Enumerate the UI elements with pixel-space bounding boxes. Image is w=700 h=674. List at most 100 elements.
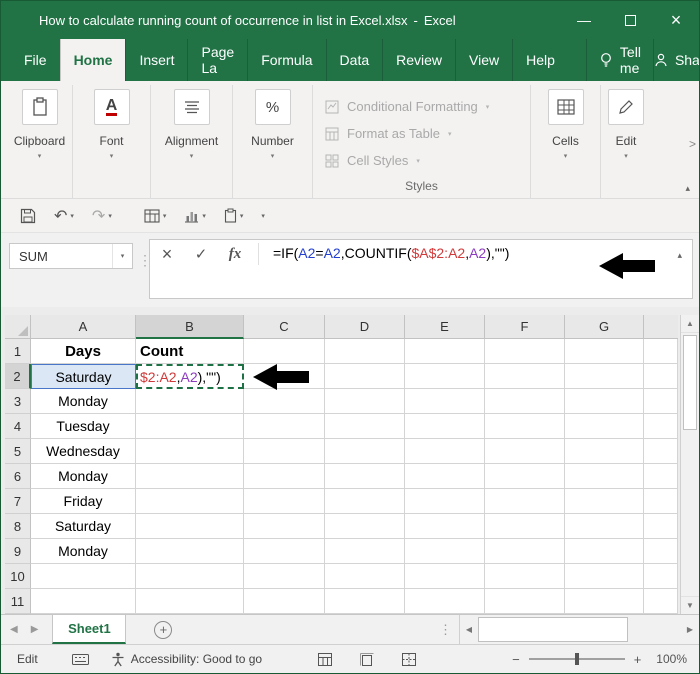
cell-D8[interactable]: [325, 514, 405, 539]
chevron-down-icon[interactable]: ▾: [190, 152, 194, 160]
tab-review[interactable]: Review: [382, 39, 455, 81]
tab-formulas[interactable]: Formula: [247, 39, 325, 81]
cell-B6[interactable]: [136, 464, 244, 489]
cell-H8[interactable]: [644, 514, 678, 539]
name-box[interactable]: SUM ▾: [9, 243, 133, 269]
number-button[interactable]: %: [254, 89, 291, 125]
name-box-dropdown-icon[interactable]: ▾: [112, 244, 132, 268]
cell-A6[interactable]: Monday: [31, 464, 136, 489]
cell-F10[interactable]: [485, 564, 565, 589]
cell-A7[interactable]: Friday: [31, 489, 136, 514]
minimize-button[interactable]: —: [561, 1, 607, 39]
undo-button[interactable]: ↶ ▾: [45, 206, 83, 226]
column-header-D[interactable]: D: [325, 315, 405, 339]
cell-H11[interactable]: [644, 589, 678, 614]
horizontal-scrollbar-track[interactable]: [478, 615, 681, 644]
cell-G8[interactable]: [565, 514, 644, 539]
scroll-up-icon[interactable]: ▲: [681, 315, 699, 333]
vertical-scrollbar[interactable]: ▲ ▼: [680, 315, 699, 614]
scroll-right-icon[interactable]: ▶: [681, 615, 699, 644]
cell-B10[interactable]: [136, 564, 244, 589]
cell-C5[interactable]: [244, 439, 325, 464]
cell-F4[interactable]: [485, 414, 565, 439]
column-header-G[interactable]: G: [565, 315, 644, 339]
normal-view-icon[interactable]: [318, 652, 333, 666]
font-button[interactable]: A: [93, 89, 130, 125]
cell-E3[interactable]: [405, 389, 485, 414]
cell-A2[interactable]: Saturday: [31, 364, 136, 389]
tab-insert[interactable]: Insert: [125, 39, 187, 81]
format-as-table-button[interactable]: Format as Table ▾: [325, 120, 530, 147]
cell-F11[interactable]: [485, 589, 565, 614]
cell-B2-editing[interactable]: $2:A2, A2),""): [136, 364, 244, 389]
horizontal-scrollbar-thumb[interactable]: [478, 617, 628, 642]
cell-B1[interactable]: Count: [136, 339, 244, 364]
paste-tool-button[interactable]: ▾: [215, 208, 253, 223]
cell-H10[interactable]: [644, 564, 678, 589]
page-break-view-icon[interactable]: [402, 652, 417, 666]
row-header-6[interactable]: 6: [5, 464, 31, 489]
cell-C11[interactable]: [244, 589, 325, 614]
cell-A10[interactable]: [31, 564, 136, 589]
cell-H1[interactable]: [644, 339, 678, 364]
chart-tool-button[interactable]: ▾: [175, 209, 215, 223]
accessibility-status[interactable]: Accessibility: Good to go: [111, 652, 262, 667]
cell-H2[interactable]: [644, 364, 678, 389]
chevron-down-icon[interactable]: ▾: [271, 152, 275, 160]
zoom-slider-handle[interactable]: [574, 653, 579, 665]
cell-F9[interactable]: [485, 539, 565, 564]
cell-E7[interactable]: [405, 489, 485, 514]
collapse-ribbon-icon[interactable]: ▴: [685, 183, 690, 194]
column-header-C[interactable]: C: [244, 315, 325, 339]
maximize-button[interactable]: [607, 1, 653, 39]
previous-sheet-icon[interactable]: ◀: [10, 624, 18, 635]
customize-qat-button[interactable]: ▾: [252, 212, 274, 220]
next-sheet-icon[interactable]: ▶: [31, 624, 39, 635]
cell-F1[interactable]: [485, 339, 565, 364]
tab-splitter-handle[interactable]: ⋮: [439, 622, 452, 638]
alignment-button[interactable]: [173, 89, 210, 125]
tab-file[interactable]: File: [11, 39, 60, 81]
cell-E4[interactable]: [405, 414, 485, 439]
cell-C10[interactable]: [244, 564, 325, 589]
vertical-scrollbar-thumb[interactable]: [683, 335, 697, 430]
cells-button[interactable]: [547, 89, 584, 125]
conditional-formatting-button[interactable]: Conditional Formatting ▾: [325, 93, 530, 120]
cell-G10[interactable]: [565, 564, 644, 589]
cell-A9[interactable]: Monday: [31, 539, 136, 564]
collapse-formula-bar-icon[interactable]: ▴: [677, 250, 682, 261]
zoom-slider[interactable]: [528, 653, 625, 665]
sheet-tab-sheet1[interactable]: Sheet1: [52, 615, 127, 644]
cell-G2[interactable]: [565, 364, 644, 389]
cell-A1[interactable]: Days: [31, 339, 136, 364]
cell-H6[interactable]: [644, 464, 678, 489]
cell-G5[interactable]: [565, 439, 644, 464]
column-header-A[interactable]: A: [31, 315, 136, 339]
tell-me-button[interactable]: Tell me: [585, 39, 654, 81]
cell-E8[interactable]: [405, 514, 485, 539]
cell-E9[interactable]: [405, 539, 485, 564]
cell-B3[interactable]: [136, 389, 244, 414]
cell-F7[interactable]: [485, 489, 565, 514]
cell-H3[interactable]: [644, 389, 678, 414]
cell-C7[interactable]: [244, 489, 325, 514]
cell-B8[interactable]: [136, 514, 244, 539]
cell-D5[interactable]: [325, 439, 405, 464]
column-header-F[interactable]: F: [485, 315, 565, 339]
enter-button[interactable]: ✓: [184, 240, 218, 268]
cell-C8[interactable]: [244, 514, 325, 539]
scroll-down-icon[interactable]: ▼: [681, 596, 699, 614]
cell-G7[interactable]: [565, 489, 644, 514]
tab-help[interactable]: Help: [512, 39, 568, 81]
draw-table-button[interactable]: ▾: [135, 208, 176, 223]
zoom-level[interactable]: 100%: [656, 652, 687, 666]
cell-A11[interactable]: [31, 589, 136, 614]
cell-B9[interactable]: [136, 539, 244, 564]
zoom-in-icon[interactable]: +: [634, 652, 642, 667]
cell-C4[interactable]: [244, 414, 325, 439]
cell-A5[interactable]: Wednesday: [31, 439, 136, 464]
chevron-down-icon[interactable]: ▾: [38, 152, 42, 160]
cell-G1[interactable]: [565, 339, 644, 364]
tab-view[interactable]: View: [455, 39, 512, 81]
save-button[interactable]: [11, 208, 45, 224]
